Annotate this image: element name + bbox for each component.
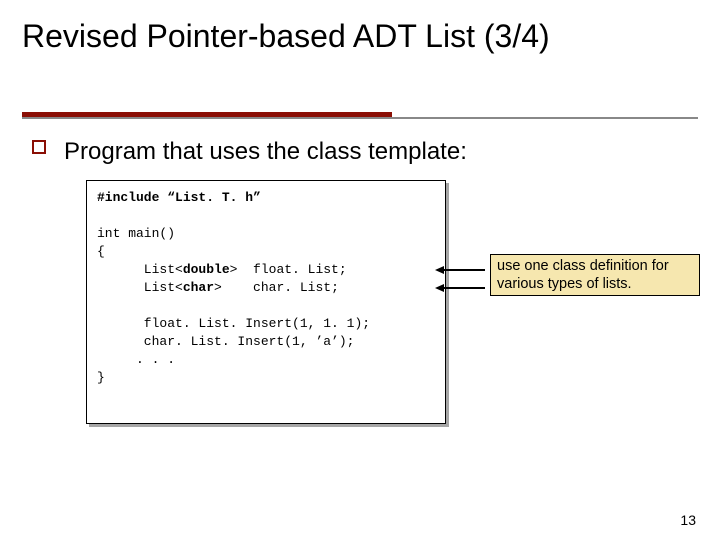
code-blank-1: [97, 208, 105, 223]
slide-title: Revised Pointer-based ADT List (3/4): [22, 16, 550, 56]
callout-box: use one class definition for various typ…: [490, 254, 700, 296]
code-line-6c: > char. List;: [214, 280, 339, 295]
arrow-icon: [443, 287, 485, 289]
code-line-3: int main(): [97, 226, 175, 241]
code-line-6b: char: [183, 280, 214, 295]
code-line-10: . . .: [97, 352, 175, 367]
arrow-icon: [443, 269, 485, 271]
code-block: #include “List. T. h” int main() { List<…: [86, 180, 446, 424]
code-line-4: {: [97, 244, 105, 259]
code-line-5b: double: [183, 262, 230, 277]
slide: Revised Pointer-based ADT List (3/4) Pro…: [0, 0, 720, 540]
code-line-5a: List<: [97, 262, 183, 277]
title-divider: [22, 112, 698, 120]
code-line-6a: List<: [97, 280, 183, 295]
code-line-1: #include “List. T. h”: [97, 190, 261, 205]
code-blank-2: [97, 298, 105, 313]
page-number: 13: [680, 512, 696, 528]
code-line-11: }: [97, 370, 105, 385]
body-text: Program that uses the class template:: [64, 138, 467, 166]
code-line-5c: > float. List;: [230, 262, 347, 277]
bullet-icon: [32, 140, 46, 154]
code-line-9: char. List. Insert(1, ’a’);: [97, 334, 354, 349]
divider-gray: [22, 117, 698, 119]
code-line-8: float. List. Insert(1, 1. 1);: [97, 316, 370, 331]
